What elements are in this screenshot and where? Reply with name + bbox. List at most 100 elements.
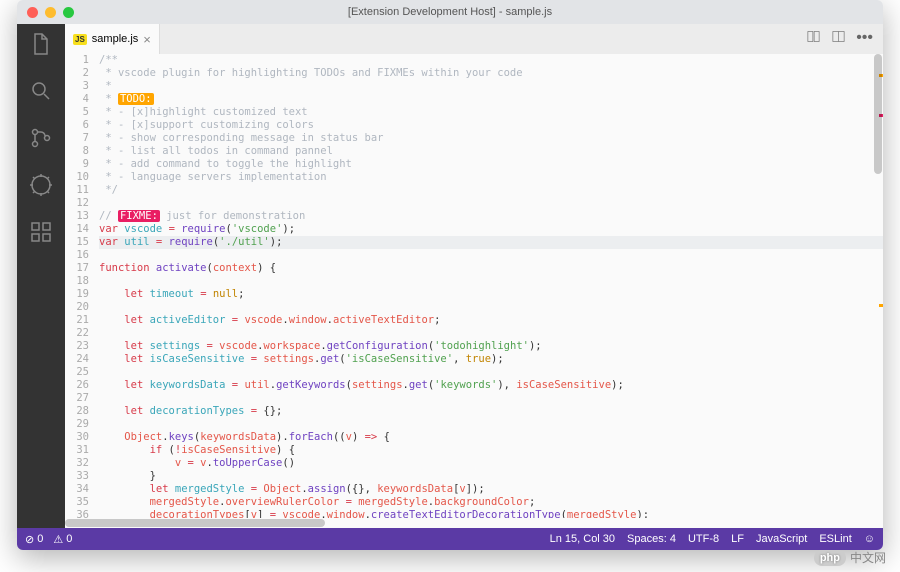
code-line[interactable] <box>99 418 883 431</box>
status-errors[interactable]: ⊘ 0 <box>25 533 43 546</box>
editor-area: JS sample.js × ••• 123456789101112131415… <box>65 24 883 528</box>
code-line[interactable]: * - [x]support customizing colors <box>99 119 883 132</box>
code-line[interactable]: v = v.toUpperCase() <box>99 457 883 470</box>
status-feedback-icon[interactable]: ☺ <box>864 533 875 545</box>
vertical-scroll-thumb[interactable] <box>874 54 882 174</box>
code-line[interactable]: * - add command to toggle the highlight <box>99 158 883 171</box>
close-window-button[interactable] <box>27 7 38 18</box>
line-number: 31 <box>65 444 89 457</box>
code-line[interactable]: * <box>99 80 883 93</box>
code-line[interactable]: // FIXME: just for demonstration <box>99 210 883 223</box>
maximize-window-button[interactable] <box>63 7 74 18</box>
window-title: [Extension Development Host] - sample.js <box>348 6 552 18</box>
tab-sample-js[interactable]: JS sample.js × <box>65 24 160 54</box>
line-gutter: 1234567891011121314151617181920212223242… <box>65 54 99 518</box>
code-line[interactable] <box>99 249 883 262</box>
code-line[interactable]: mergedStyle.overviewRulerColor = mergedS… <box>99 496 883 509</box>
editor-actions: ••• <box>806 29 883 49</box>
status-encoding[interactable]: UTF-8 <box>688 533 719 545</box>
line-number: 4 <box>65 93 89 106</box>
code-line[interactable]: if (!isCaseSensitive) { <box>99 444 883 457</box>
code-line[interactable] <box>99 327 883 340</box>
status-eol[interactable]: LF <box>731 533 744 545</box>
line-number: 19 <box>65 288 89 301</box>
line-number: 24 <box>65 353 89 366</box>
code-line[interactable]: Object.keys(keywordsData).forEach((v) =>… <box>99 431 883 444</box>
minimize-window-button[interactable] <box>45 7 56 18</box>
line-number: 10 <box>65 171 89 184</box>
code-line[interactable] <box>99 197 883 210</box>
app-window: [Extension Development Host] - sample.js… <box>17 0 883 550</box>
line-number: 29 <box>65 418 89 431</box>
split-editor-icon[interactable] <box>831 29 846 49</box>
line-number: 5 <box>65 106 89 119</box>
php-logo-icon: php <box>814 550 846 566</box>
code-line[interactable]: decorationTypes[v] = vscode.window.creat… <box>99 509 883 518</box>
line-number: 11 <box>65 184 89 197</box>
line-number: 16 <box>65 249 89 262</box>
line-number: 23 <box>65 340 89 353</box>
line-number: 34 <box>65 483 89 496</box>
code-line[interactable] <box>99 366 883 379</box>
code-line[interactable]: */ <box>99 184 883 197</box>
status-language[interactable]: JavaScript <box>756 533 807 545</box>
code-line[interactable]: let keywordsData = util.getKeywords(sett… <box>99 379 883 392</box>
code-line[interactable] <box>99 301 883 314</box>
code-line[interactable]: var vscode = require('vscode'); <box>99 223 883 236</box>
extensions-icon[interactable] <box>29 220 53 249</box>
search-icon[interactable] <box>29 79 53 108</box>
tab-filename: sample.js <box>92 33 138 45</box>
code-content[interactable]: /** * vscode plugin for highlighting TOD… <box>99 54 883 518</box>
code-line[interactable]: * TODO: <box>99 93 883 106</box>
code-line[interactable]: let settings = vscode.workspace.getConfi… <box>99 340 883 353</box>
titlebar[interactable]: [Extension Development Host] - sample.js <box>17 0 883 24</box>
code-line[interactable] <box>99 275 883 288</box>
code-line[interactable]: function activate(context) { <box>99 262 883 275</box>
code-line[interactable]: let timeout = null; <box>99 288 883 301</box>
vertical-scrollbar[interactable] <box>873 54 883 518</box>
line-number: 12 <box>65 197 89 210</box>
horizontal-scroll-thumb[interactable] <box>65 519 325 527</box>
code-line[interactable]: * vscode plugin for highlighting TODOs a… <box>99 67 883 80</box>
code-line[interactable]: * - [x]highlight customized text <box>99 106 883 119</box>
code-line[interactable]: var util = require('./util'); <box>99 236 883 249</box>
more-actions-icon[interactable]: ••• <box>856 29 873 49</box>
code-line[interactable]: let mergedStyle = Object.assign({}, keyw… <box>99 483 883 496</box>
status-eslint[interactable]: ESLint <box>819 533 851 545</box>
debug-icon[interactable] <box>29 173 53 202</box>
code-line[interactable]: let isCaseSensitive = settings.get('isCa… <box>99 353 883 366</box>
line-number: 18 <box>65 275 89 288</box>
line-number: 33 <box>65 470 89 483</box>
line-number: 17 <box>65 262 89 275</box>
line-number: 26 <box>65 379 89 392</box>
line-number: 36 <box>65 509 89 518</box>
code-editor[interactable]: 1234567891011121314151617181920212223242… <box>65 54 883 518</box>
horizontal-scrollbar[interactable] <box>65 518 883 528</box>
line-number: 30 <box>65 431 89 444</box>
source-control-icon[interactable] <box>29 126 53 155</box>
line-number: 9 <box>65 158 89 171</box>
code-line[interactable]: let activeEditor = vscode.window.activeT… <box>99 314 883 327</box>
code-line[interactable]: * - list all todos in command pannel <box>99 145 883 158</box>
watermark: php 中文网 <box>814 549 886 566</box>
tab-bar: JS sample.js × ••• <box>65 24 883 54</box>
status-cursor[interactable]: Ln 15, Col 30 <box>550 533 615 545</box>
code-line[interactable]: * - show corresponding message in status… <box>99 132 883 145</box>
line-number: 32 <box>65 457 89 470</box>
status-warnings[interactable]: ⚠ 0 <box>53 533 72 546</box>
code-line[interactable] <box>99 392 883 405</box>
code-line[interactable]: /** <box>99 54 883 67</box>
line-number: 3 <box>65 80 89 93</box>
status-bar: ⊘ 0 ⚠ 0 Ln 15, Col 30 Spaces: 4 UTF-8 LF… <box>17 528 883 550</box>
line-number: 22 <box>65 327 89 340</box>
explorer-icon[interactable] <box>29 32 53 61</box>
compare-icon[interactable] <box>806 29 821 49</box>
code-line[interactable]: } <box>99 470 883 483</box>
line-number: 20 <box>65 301 89 314</box>
code-line[interactable]: let decorationTypes = {}; <box>99 405 883 418</box>
status-spaces[interactable]: Spaces: 4 <box>627 533 676 545</box>
code-line[interactable]: * - language servers implementation <box>99 171 883 184</box>
line-number: 8 <box>65 145 89 158</box>
line-number: 2 <box>65 67 89 80</box>
close-tab-icon[interactable]: × <box>143 32 151 47</box>
